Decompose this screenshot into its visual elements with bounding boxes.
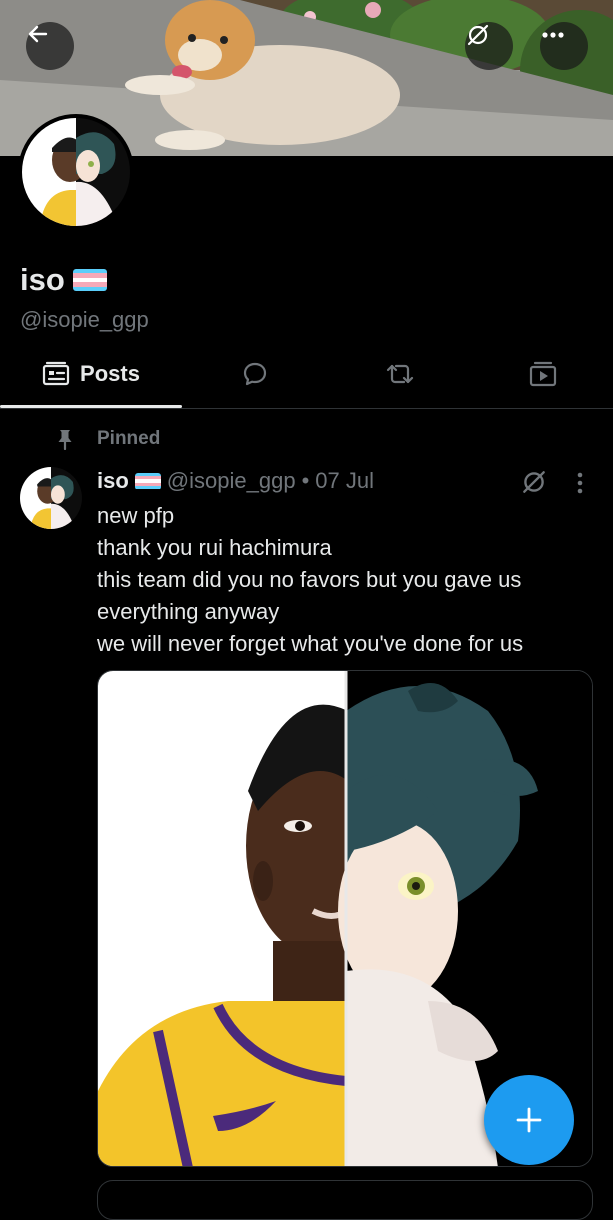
post-trans-flag-emoji <box>134 472 161 490</box>
tab-reposts[interactable] <box>327 340 472 408</box>
reply-bubble-icon <box>243 362 266 386</box>
post-author-name[interactable]: iso <box>97 468 129 494</box>
post-author-handle[interactable]: @isopie_ggp <box>167 468 296 494</box>
compose-post-button[interactable] <box>484 1075 574 1165</box>
trans-flag-emoji <box>72 269 107 291</box>
post-meta-separator: • <box>301 468 310 493</box>
pinned-label: Pinned <box>97 428 161 449</box>
arrow-left-icon <box>28 25 48 43</box>
post-line: we will never forget what you've done fo… <box>97 631 524 656</box>
post-line: thank you rui hachimura <box>97 535 332 560</box>
post-header: iso @isopie_ggp • 07 Jul <box>97 468 374 494</box>
active-tab-indicator <box>0 405 182 408</box>
slashed-circle-icon <box>467 24 489 46</box>
profile-avatar[interactable] <box>18 114 134 230</box>
grok-button[interactable] <box>465 22 513 70</box>
post-body: new pfp thank you rui hachimura this tea… <box>97 500 597 660</box>
tab-posts[interactable]: Posts <box>0 340 182 408</box>
profile-tabs: Posts <box>0 340 613 409</box>
post-grok-button[interactable] <box>520 468 548 501</box>
plus-icon <box>516 1107 542 1133</box>
more-options-button[interactable] <box>540 22 588 70</box>
more-horizontal-icon <box>542 32 564 38</box>
profile-display-name: iso <box>20 262 65 297</box>
pin-icon <box>58 430 72 450</box>
repost-icon <box>386 364 413 384</box>
post-author-avatar[interactable] <box>20 467 82 529</box>
posts-icon <box>42 361 70 386</box>
profile-name: iso <box>20 262 107 298</box>
tab-posts-label: Posts <box>80 361 140 386</box>
slashed-circle-icon <box>523 471 545 493</box>
back-button[interactable] <box>26 22 74 70</box>
post-line: this team did you no favors but you gave… <box>97 567 522 592</box>
profile-handle: @isopie_ggp <box>20 307 149 332</box>
avatar-image <box>22 118 130 226</box>
tab-replies[interactable] <box>182 340 327 408</box>
post-line: everything anyway <box>97 599 280 624</box>
pinned-indicator: Pinned <box>55 428 160 450</box>
post-more-button[interactable] <box>570 470 590 501</box>
post-avatar-image <box>20 467 82 529</box>
post-line: new pfp <box>97 503 175 528</box>
more-vertical-icon <box>577 472 583 494</box>
media-video-icon <box>529 361 556 387</box>
tab-media[interactable] <box>472 340 613 408</box>
next-post-preview[interactable] <box>97 1180 593 1220</box>
post-date[interactable]: 07 Jul <box>315 468 374 494</box>
